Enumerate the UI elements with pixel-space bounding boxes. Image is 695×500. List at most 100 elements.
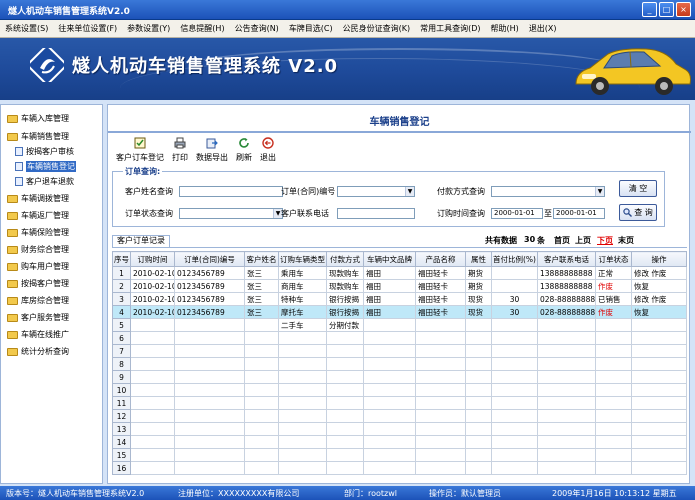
column-header[interactable]: 订购车辆类型 [278, 251, 327, 267]
sidebar-item-statistics[interactable]: 统计分析查询 [7, 344, 69, 359]
table-cell: 摩托车 [278, 305, 327, 319]
table-cell[interactable]: 修改 作废 [631, 266, 687, 280]
table-cell: 30 [491, 305, 538, 319]
row-number: 11 [112, 396, 131, 410]
column-header[interactable]: 订单状态 [595, 251, 632, 267]
total-unit: 条 [537, 236, 545, 245]
sidebar-item-vehicle-transfer[interactable]: 车辆调拨管理 [7, 191, 69, 206]
sidebar-item-mortgage-review[interactable]: 按揭客户审核 [15, 144, 74, 159]
minimize-button[interactable]: _ [642, 2, 657, 17]
table-cell: 已销售 [595, 292, 632, 306]
sidebar-item-buyer-management[interactable]: 购车用户管理 [7, 259, 69, 274]
date-to-input[interactable]: 2000-01-01 [553, 208, 605, 219]
column-header[interactable]: 订购时间 [130, 251, 175, 267]
customer-name-input[interactable] [179, 186, 283, 197]
sidebar-item-vehicle-inbound[interactable]: 车辆入库管理 [7, 111, 69, 126]
table-cell [631, 409, 687, 423]
refresh-button[interactable]: 刷新 [232, 137, 256, 167]
page-title: 车辆销售登记 [369, 117, 430, 128]
table-row[interactable]: 9 [112, 370, 687, 384]
next-page-link[interactable]: 下页 [597, 235, 613, 246]
table-row[interactable]: 10 [112, 383, 687, 397]
table-row[interactable]: 4 2010-02-10 0123456789 张三 摩托车 银行按揭 福田 福田轻卡 现货 30… [112, 305, 687, 319]
table-cell[interactable]: 修改 作废 [631, 292, 687, 306]
menu-tools[interactable]: 常用工具查询(D) [415, 23, 485, 34]
close-button[interactable]: × [676, 2, 691, 17]
sidebar-item-finance[interactable]: 财务综合管理 [7, 242, 69, 257]
sidebar-item-mortgage-customers[interactable]: 按揭客户管理 [7, 276, 69, 291]
exit-button[interactable]: 退出 [256, 137, 280, 167]
table-row[interactable]: 7 [112, 344, 687, 358]
column-header[interactable]: 序号 [112, 251, 131, 267]
table-cell [537, 448, 596, 462]
column-header[interactable]: 产品名称 [415, 251, 466, 267]
table-row[interactable]: 11 [112, 396, 687, 410]
menu-help[interactable]: 帮助(H) [486, 23, 524, 34]
table-cell [130, 409, 175, 423]
payment-method-select[interactable]: ▼ [491, 186, 605, 197]
table-cell[interactable]: 恢复 [631, 279, 687, 293]
table-cell [415, 461, 466, 475]
table-cell [278, 396, 327, 410]
sidebar-item-vehicle-sales[interactable]: 车辆销售管理 [7, 129, 69, 144]
export-button[interactable]: 数据导出 [192, 137, 232, 167]
table-row[interactable]: 8 [112, 357, 687, 371]
column-header[interactable]: 车辆中文品牌 [363, 251, 416, 267]
column-header[interactable]: 属性 [465, 251, 492, 267]
row-number: 3 [112, 292, 131, 306]
sidebar-item-sales-registration[interactable]: 车辆销售登记 [15, 159, 76, 174]
table-row[interactable]: 5 二手车 分期付款 [112, 318, 687, 332]
sidebar-item-online-promotion[interactable]: 车辆在线推广 [7, 327, 69, 342]
sidebar-item-vehicle-return[interactable]: 车辆返厂管理 [7, 208, 69, 223]
table-row[interactable]: 2 2010-02-10 0123456789 张三 商用车 现款购车 福田 福田轻卡 期货 13… [112, 279, 687, 293]
phone-input[interactable] [337, 208, 415, 219]
menu-system-settings[interactable]: 系统设置(S) [0, 23, 53, 34]
column-header[interactable]: 订单(合同)编号 [174, 251, 245, 267]
maximize-button[interactable]: □ [659, 2, 674, 17]
table-cell: 期货 [465, 279, 492, 293]
menu-reminders[interactable]: 信息提醒(H) [175, 23, 229, 34]
menu-exit[interactable]: 退出(X) [524, 23, 562, 34]
tab-customer-orders[interactable]: 客户订单记录 [112, 235, 170, 247]
menu-id-card-query[interactable]: 公民身份证查询(K) [338, 23, 416, 34]
column-header[interactable]: 客户联系电话 [537, 251, 596, 267]
table-row[interactable]: 13 [112, 422, 687, 436]
menu-partner-settings[interactable]: 往来单位设置(F) [53, 23, 122, 34]
table-row[interactable]: 6 [112, 331, 687, 345]
column-header[interactable]: 首付比例(%) [491, 251, 538, 267]
table-row[interactable]: 3 2010-02-10 0123456789 张三 特种车 银行按揭 福田 福田轻卡 现货 30… [112, 292, 687, 306]
menu-announcements[interactable]: 公告查询(N) [230, 23, 284, 34]
order-number-select[interactable]: ▼ [337, 186, 415, 197]
menu-parameter-settings[interactable]: 参数设置(Y) [122, 23, 175, 34]
table-row[interactable]: 1 2010-02-10 0123456789 张三 乘用车 现款购车 福田 福田轻卡 期货 13… [112, 266, 687, 280]
table-cell [595, 409, 632, 423]
print-button[interactable]: 打印 [168, 137, 192, 167]
column-header[interactable]: 付款方式 [326, 251, 364, 267]
menu-plate-selection[interactable]: 车牌目选(C) [284, 23, 338, 34]
sidebar-item-customer-refund[interactable]: 客户退车退款 [15, 174, 74, 189]
sidebar-item-vehicle-insurance[interactable]: 车辆保险管理 [7, 225, 69, 240]
table-row[interactable]: 12 [112, 409, 687, 423]
prev-page-link[interactable]: 上页 [575, 235, 591, 246]
last-page-link[interactable]: 末页 [618, 235, 634, 246]
table-cell [415, 318, 466, 332]
column-header[interactable]: 客户姓名 [244, 251, 279, 267]
table-cell [326, 409, 364, 423]
table-row[interactable]: 14 [112, 435, 687, 449]
sidebar-item-customer-service[interactable]: 客户服务管理 [7, 310, 69, 325]
query-button[interactable]: 查 询 [619, 204, 657, 221]
table-cell [174, 448, 245, 462]
date-from-input[interactable]: 2000-01-01 [491, 208, 543, 219]
first-page-link[interactable]: 首页 [554, 235, 570, 246]
customer-order-register-button[interactable]: 客户订车登记 [112, 137, 168, 167]
column-header[interactable]: 操作 [631, 251, 687, 267]
table-row[interactable]: 15 [112, 448, 687, 462]
table-cell: 13888888888 [537, 279, 596, 293]
clear-button[interactable]: 清 空 [619, 180, 657, 197]
customer-name-label: 客户姓名查询 [125, 187, 173, 196]
date-range-separator: 至 [544, 209, 552, 218]
order-status-select[interactable]: ▼ [179, 208, 283, 219]
sidebar-item-warehouse[interactable]: 库房综合管理 [7, 293, 69, 308]
table-cell[interactable]: 恢复 [631, 305, 687, 319]
table-row[interactable]: 16 [112, 461, 687, 475]
